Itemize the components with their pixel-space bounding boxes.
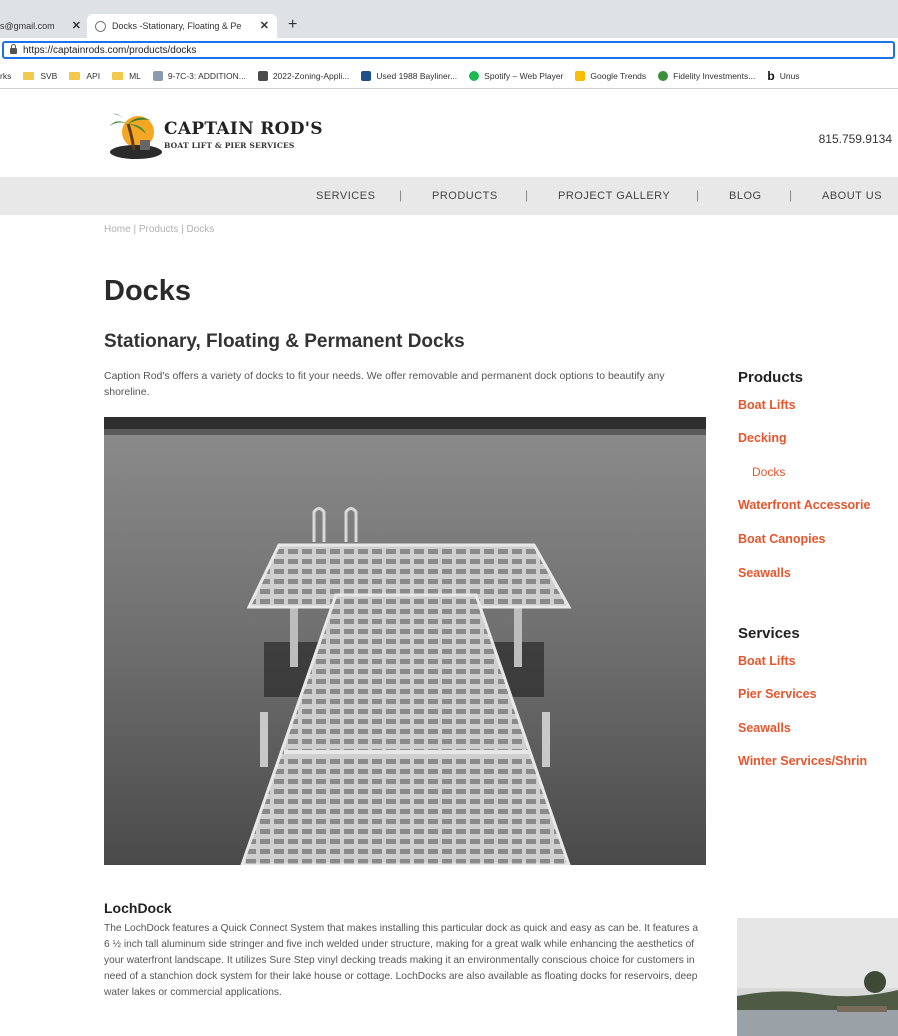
url-input[interactable]: https://captainrods.com/products/docks: [2, 41, 895, 59]
new-tab-plus-icon[interactable]: +: [288, 16, 297, 34]
fidelity-icon: [658, 71, 669, 81]
sidebar-item-boat-lifts[interactable]: Boat Lifts: [738, 398, 796, 412]
tab-title: s@gmail.com: [0, 21, 55, 31]
page-title: Docks: [104, 275, 192, 307]
palm-island-logo-icon: [110, 113, 162, 159]
site-favicon-icon: [95, 20, 106, 32]
spotify-icon: [469, 71, 480, 81]
page-icon: [152, 71, 163, 81]
sidebar-item-docks[interactable]: Docks: [752, 465, 785, 479]
main-nav: SERVICES | PRODUCTS | PROJECT GALLERY | …: [0, 177, 898, 215]
nav-about-us[interactable]: ABOUT US: [822, 190, 882, 202]
bookmark-item[interactable]: 2022-Zoning-Appli...: [257, 71, 349, 81]
nav-separator: |: [696, 188, 700, 202]
map-icon: [257, 71, 268, 81]
section-body: The LochDock features a Quick Connect Sy…: [104, 923, 699, 998]
nav-separator: |: [525, 188, 529, 202]
sidebar-services-heading: Services: [738, 625, 800, 642]
nav-separator: |: [789, 188, 793, 202]
bookmarks-bar: rks SVB API ML 9-7C-3: ADDITION... 2022-…: [0, 64, 898, 89]
folder-icon: [23, 72, 35, 80]
tab-docks[interactable]: Docks -Stationary, Floating & Pe ✕: [87, 14, 277, 38]
url-text: https://captainrods.com/products/docks: [23, 44, 197, 56]
nav-project-gallery[interactable]: PROJECT GALLERY: [558, 190, 670, 202]
bing-icon: b: [767, 69, 775, 83]
bookmark-folder-svb[interactable]: SVB: [23, 71, 57, 81]
sidebar-item-boat-canopies[interactable]: Boat Canopies: [738, 532, 826, 546]
sidebar-item-winter-services[interactable]: Winter Services/Shrin: [738, 754, 867, 768]
sidebar-item-waterfront-accessories[interactable]: Waterfront Accessorie: [738, 498, 870, 512]
bookmark-item[interactable]: Google Trends: [575, 71, 646, 81]
logo-subtitle: BOAT LIFT & PIER SERVICES: [164, 141, 295, 150]
breadcrumb[interactable]: Home | Products | Docks: [104, 224, 214, 235]
bookmark-item[interactable]: Spotify – Web Player: [469, 71, 563, 81]
sidebar-item-seawalls[interactable]: Seawalls: [738, 566, 791, 580]
nav-products[interactable]: PRODUCTS: [432, 190, 498, 202]
nav-services[interactable]: SERVICES: [316, 190, 375, 202]
close-icon[interactable]: ✕: [72, 19, 81, 32]
phone-number[interactable]: 815.759.9134: [819, 132, 892, 146]
site-logo[interactable]: CAPTAIN ROD'S BOAT LIFT & PIER SERVICES: [108, 110, 338, 160]
trends-icon: [575, 71, 586, 81]
shoreline-photo: [737, 918, 898, 1036]
sidebar-item-service-seawalls[interactable]: Seawalls: [738, 721, 791, 735]
address-bar-row: https://captainrods.com/products/docks: [0, 38, 898, 65]
bookmark-item[interactable]: 9-7C-3: ADDITION...: [152, 71, 246, 81]
tab-title: Docks -Stationary, Floating & Pe: [112, 21, 242, 31]
bookmark-item[interactable]: b Unus: [767, 69, 799, 83]
sidebar-item-service-boat-lifts[interactable]: Boat Lifts: [738, 654, 796, 668]
tab-gmail[interactable]: s@gmail.com ✕: [0, 14, 85, 38]
site-header: CAPTAIN ROD'S BOAT LIFT & PIER SERVICES …: [0, 90, 898, 176]
browser-tabstrip: s@gmail.com ✕ Docks -Stationary, Floatin…: [0, 0, 898, 38]
bookmark-item[interactable]: rks: [0, 71, 11, 81]
logo-title: CAPTAIN ROD'S: [164, 119, 323, 139]
bookmark-folder-api[interactable]: API: [69, 71, 100, 81]
page-subtitle: Stationary, Floating & Permanent Docks: [104, 331, 465, 352]
folder-icon: [112, 72, 124, 80]
bookmark-item[interactable]: Used 1988 Bayliner...: [361, 71, 457, 81]
sidebar-thumbnail-image[interactable]: [737, 918, 898, 1036]
section-title: LochDock: [104, 900, 172, 916]
close-icon[interactable]: ✕: [260, 19, 269, 32]
bookmark-item[interactable]: Fidelity Investments...: [658, 71, 755, 81]
bookmark-folder-ml[interactable]: ML: [112, 71, 141, 81]
dock-hero-image: [104, 417, 706, 865]
sidebar-item-pier-services[interactable]: Pier Services: [738, 687, 817, 701]
sidebar-item-decking[interactable]: Decking: [738, 431, 787, 445]
nav-blog[interactable]: BLOG: [729, 190, 762, 202]
site-icon: [361, 71, 372, 81]
folder-icon: [69, 72, 81, 80]
intro-text: Caption Rod's offers a variety of docks …: [104, 370, 665, 398]
nav-separator: |: [399, 188, 403, 202]
lock-icon: [10, 44, 17, 54]
dock-photo: [104, 417, 706, 865]
sidebar-products-heading: Products: [738, 369, 804, 386]
